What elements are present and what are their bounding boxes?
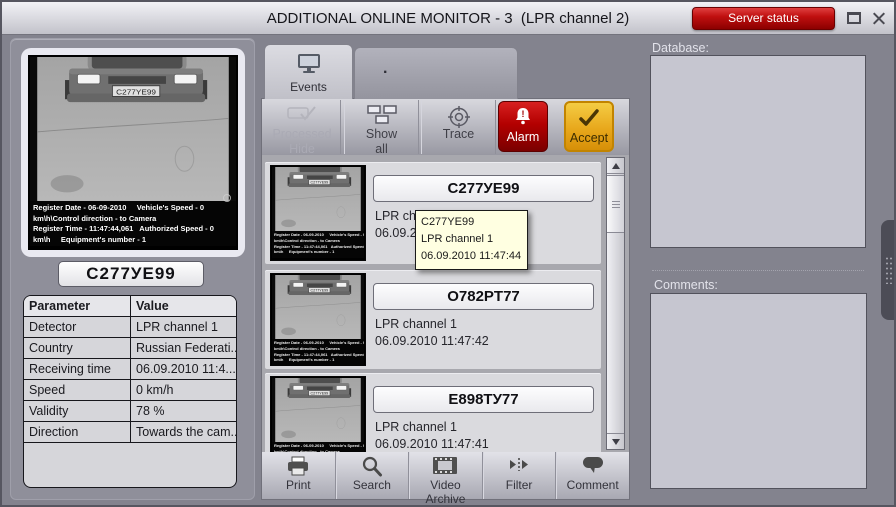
capture-photo[interactable]: Register Date - 06-09-2010 Vehicle's Spe…: [28, 55, 238, 250]
table-row: Direction Towards the cam...: [24, 422, 236, 443]
bottom-toolbar: Print Search Vid: [262, 452, 629, 499]
tab-second[interactable]: .: [354, 47, 518, 99]
event-channel: LPR channel 1: [375, 420, 457, 434]
scroll-down-button[interactable]: [607, 433, 624, 449]
comment-icon: [556, 456, 629, 477]
grip-dots-icon: [885, 256, 894, 284]
event-thumbnail-image: [272, 378, 364, 442]
table-row: Country Russian Federati...: [24, 338, 236, 359]
close-icon[interactable]: [870, 10, 887, 27]
thumb-grip-icon: [612, 201, 620, 202]
monitor-icon: [297, 53, 321, 73]
table-row: Detector LPR channel 1: [24, 317, 236, 338]
events-list[interactable]: Register Date - 06-09-2010 Vehicle's Spe…: [262, 155, 605, 452]
header-value: Value: [131, 296, 236, 316]
search-icon: [336, 456, 409, 477]
processed-plate-icon: [264, 105, 340, 127]
comments-label: Comments:: [654, 278, 718, 292]
event-thumbnail-image: [272, 275, 364, 339]
show-all-button[interactable]: Show all: [344, 100, 419, 154]
video-archive-icon: [409, 456, 482, 477]
event-thumbnail-image: [272, 167, 364, 231]
capture-panel: Register Date - 06-09-2010 Vehicle's Spe…: [10, 38, 255, 500]
event-row[interactable]: Register Date - 06-09-2010 Vehicle's Spe…: [265, 373, 601, 452]
filter-icon: [483, 456, 556, 477]
event-thumbnail[interactable]: Register Date - 06-09-2010 Vehicle's Spe…: [270, 273, 366, 366]
title-bar: ADDITIONAL ONLINE MONITOR - 3 (LPR chann…: [2, 2, 894, 35]
thumbnail-overlay-text: Register Date - 06-09-2010 Vehicle's Spe…: [272, 442, 364, 452]
alarm-label: Alarm: [499, 130, 547, 144]
alarm-button[interactable]: ! Alarm: [498, 101, 548, 152]
alarm-bell-icon: !: [499, 107, 547, 129]
video-archive-button[interactable]: Video Archive: [408, 452, 482, 499]
tab-events-label: Events: [265, 80, 352, 94]
photo-corner-icon[interactable]: [223, 194, 231, 202]
parameter-table: Parameter Value Detector LPR channel 1 C…: [23, 295, 237, 488]
arrow-down-icon: [612, 439, 620, 445]
accept-check-icon: [566, 108, 612, 130]
vehicle-photo: [30, 57, 236, 201]
trace-button[interactable]: Trace: [421, 100, 496, 154]
database-label: Database:: [652, 41, 709, 55]
scroll-up-button[interactable]: [607, 158, 624, 174]
app-window: ADDITIONAL ONLINE MONITOR - 3 (LPR chann…: [0, 0, 896, 507]
arrow-up-icon: [612, 163, 620, 169]
table-row: Receiving time 06.09.2010 11:4...: [24, 359, 236, 380]
event-plate: O782PT77: [373, 283, 594, 310]
server-status-button[interactable]: Server status: [692, 7, 835, 30]
photo-overlay-text: Register Date - 06-09-2010 Vehicle's Spe…: [30, 201, 236, 246]
panel-separator: [652, 270, 864, 271]
thumbnail-overlay-text: Register Date - 06-09-2010 Vehicle's Spe…: [272, 339, 364, 366]
recognized-plate-display: C277УЕ99: [58, 261, 204, 287]
print-button[interactable]: Print: [262, 452, 335, 499]
processed-hide-button[interactable]: Processed Hide: [264, 100, 341, 154]
event-plate: C277УЕ99: [373, 175, 594, 202]
event-datetime: 06.09.2010 11:47:42: [375, 334, 489, 348]
search-button[interactable]: Search: [335, 452, 409, 499]
thumbnail-overlay-text: Register Date - 06-09-2010 Vehicle's Spe…: [272, 231, 364, 258]
tab-second-label: .: [383, 60, 387, 78]
table-header-row: Parameter Value: [24, 296, 236, 317]
table-row: Validity 78 %: [24, 401, 236, 422]
events-scrollbar[interactable]: [606, 157, 625, 450]
database-listbox[interactable]: [650, 55, 866, 248]
panel-collapse-handle[interactable]: [881, 220, 896, 320]
event-row[interactable]: Register Date - 06-09-2010 Vehicle's Spe…: [265, 270, 601, 369]
svg-text:!: !: [522, 109, 525, 119]
comment-button[interactable]: Comment: [555, 452, 629, 499]
scrollbar-thumb[interactable]: [607, 175, 624, 233]
maximize-icon[interactable]: [847, 12, 861, 24]
event-thumbnail[interactable]: Register Date - 06-09-2010 Vehicle's Spe…: [270, 165, 366, 261]
event-tooltip: C277YE99 LPR channel 1 06.09.2010 11:47:…: [415, 210, 528, 270]
capture-image-card: Register Date - 06-09-2010 Vehicle's Spe…: [21, 48, 245, 257]
event-datetime: 06.09.2010 11:47:41: [375, 437, 489, 451]
accept-label: Accept: [566, 131, 612, 145]
comments-textarea[interactable]: [650, 293, 867, 489]
event-plate: E898ТУ77: [373, 386, 594, 413]
show-all-icon: [345, 105, 418, 127]
event-thumbnail[interactable]: Register Date - 06-09-2010 Vehicle's Spe…: [270, 376, 366, 452]
event-channel: LPR channel 1: [375, 317, 457, 331]
print-icon: [262, 456, 335, 477]
events-toolbar: Processed Hide Show all: [262, 99, 629, 155]
header-parameter: Parameter: [24, 296, 131, 316]
table-row: Speed 0 km/h: [24, 380, 236, 401]
server-status-label: Server status: [728, 11, 799, 25]
filter-button[interactable]: Filter: [482, 452, 556, 499]
tab-events[interactable]: Events: [264, 44, 353, 99]
trace-crosshair-icon: [422, 105, 495, 127]
accept-button[interactable]: Accept: [564, 101, 614, 152]
